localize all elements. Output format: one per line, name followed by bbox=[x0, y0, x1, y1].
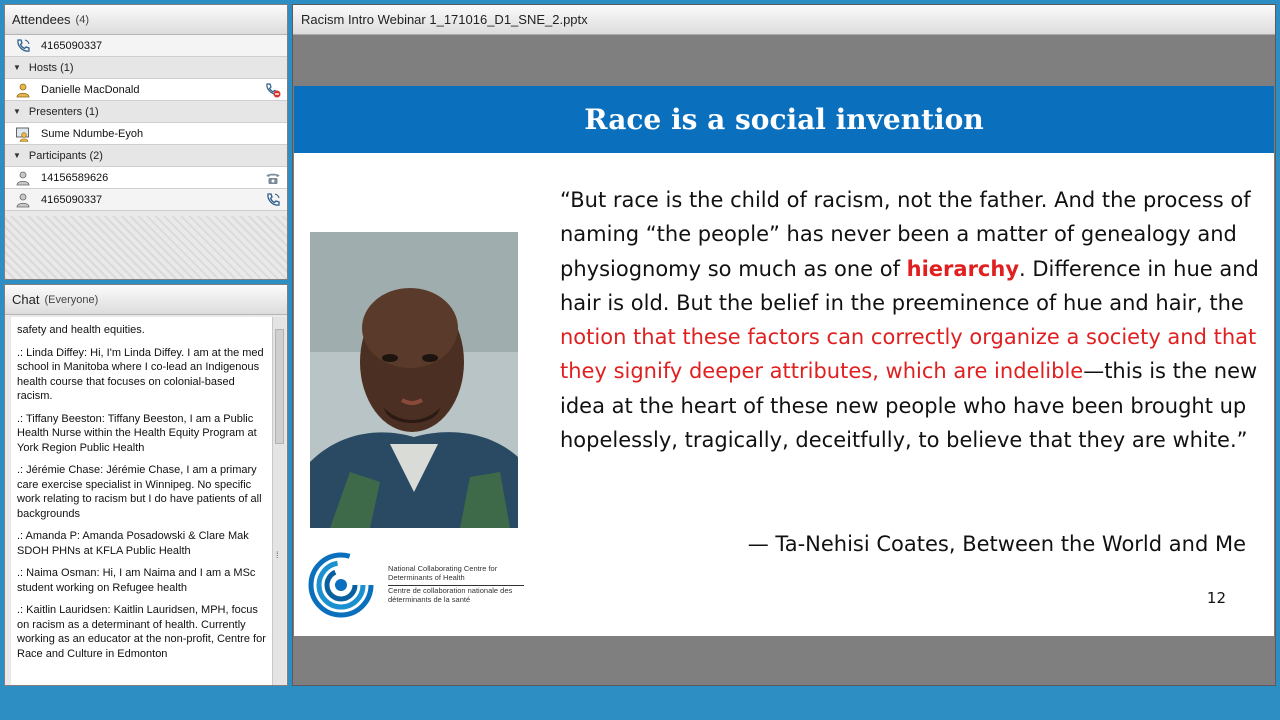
quote-emphasis-hierarchy: hierarchy bbox=[906, 256, 1020, 281]
attendees-header[interactable]: Attendees (4) bbox=[5, 5, 287, 35]
chat-message: .: Jérémie Chase: Jérémie Chase, I am a … bbox=[17, 464, 262, 520]
phone-icon bbox=[15, 38, 31, 54]
attendee-name: 14156589626 bbox=[41, 171, 109, 184]
phone-icon[interactable] bbox=[265, 192, 281, 208]
chat-pod: Chat (Everyone) safety and health equiti… bbox=[4, 284, 288, 686]
scroll-grip-icon: ⁞ bbox=[276, 550, 279, 560]
attendee-row-host[interactable]: Danielle MacDonald bbox=[5, 79, 287, 101]
group-label: Participants (2) bbox=[28, 149, 103, 162]
phone-muted-icon[interactable] bbox=[265, 82, 281, 98]
chat-header[interactable]: Chat (Everyone) bbox=[5, 285, 287, 315]
slide[interactable]: Race is a social invention “But race is … bbox=[294, 86, 1274, 636]
logo-text-fr: Centre de collaboration nationale des dé… bbox=[388, 586, 513, 604]
group-hosts[interactable]: ▼ Hosts (1) bbox=[5, 57, 287, 79]
collapse-triangle-icon[interactable]: ▼ bbox=[13, 151, 21, 160]
slide-title-bar: Race is a social invention bbox=[294, 86, 1274, 153]
presentation-filename: Racism Intro Webinar 1_171016_D1_SNE_2.p… bbox=[301, 12, 588, 27]
attendee-name: Sume Ndumbe-Eyoh bbox=[41, 127, 144, 140]
chat-message: .: Kaitlin Lauridsen: Kaitlin Lauridsen,… bbox=[17, 604, 266, 660]
share-pod: Racism Intro Webinar 1_171016_D1_SNE_2.p… bbox=[292, 4, 1276, 686]
nccdh-swirl-icon bbox=[308, 552, 374, 618]
attendees-title: Attendees bbox=[12, 12, 71, 27]
telephone-icon[interactable] bbox=[265, 170, 281, 186]
attendee-list-empty-area bbox=[5, 216, 287, 279]
logo-text-en: National Collaborating Centre for Determ… bbox=[388, 564, 498, 582]
attendee-row-self[interactable]: 4165090337 bbox=[5, 35, 287, 57]
chat-title: Chat bbox=[12, 292, 40, 307]
slide-title: Race is a social invention bbox=[584, 103, 984, 136]
attendee-name: 4165090337 bbox=[41, 39, 103, 52]
chat-scope[interactable]: (Everyone) bbox=[44, 294, 98, 306]
host-user-icon bbox=[15, 82, 31, 98]
attendees-pod: Attendees (4) 4165090337 ▼ Hosts (1) Dan… bbox=[4, 4, 288, 280]
collapse-triangle-icon[interactable]: ▼ bbox=[13, 63, 21, 72]
user-icon bbox=[15, 192, 31, 208]
chat-message: safety and health equities. bbox=[17, 324, 145, 336]
nccdh-logo: National Collaborating Centre for Determ… bbox=[308, 552, 528, 618]
attendee-name: Danielle MacDonald bbox=[41, 83, 140, 96]
slide-viewport: Race is a social invention “But race is … bbox=[293, 36, 1275, 685]
chat-message: .: Linda Diffey: Hi, I'm Linda Diffey. I… bbox=[17, 346, 264, 403]
share-header[interactable]: Racism Intro Webinar 1_171016_D1_SNE_2.p… bbox=[293, 5, 1275, 35]
chat-message-list[interactable]: safety and health equities. .: Linda Dif… bbox=[11, 317, 273, 685]
presenter-icon bbox=[15, 126, 31, 142]
chat-message: .: Tiffany Beeston: Tiffany Beeston, I a… bbox=[17, 412, 257, 454]
attendee-row-presenter[interactable]: Sume Ndumbe-Eyoh bbox=[5, 123, 287, 145]
chat-scrollbar-thumb[interactable] bbox=[275, 329, 284, 444]
quote-attribution: — Ta-Nehisi Coates, Between the World an… bbox=[747, 532, 1246, 556]
chat-message: .: Naima Osman: Hi, I am Naima and I am … bbox=[17, 567, 256, 594]
chat-scrollbar[interactable]: ⁞ bbox=[272, 317, 286, 685]
attendee-row-participant-1[interactable]: 14156589626 bbox=[5, 167, 287, 189]
user-icon bbox=[15, 170, 31, 186]
collapse-triangle-icon[interactable]: ▼ bbox=[13, 107, 21, 116]
group-presenters[interactable]: ▼ Presenters (1) bbox=[5, 101, 287, 123]
slide-quote: “But race is the child of racism, not th… bbox=[560, 183, 1260, 457]
chat-message: .: Amanda P: Amanda Posadowski & Clare M… bbox=[17, 530, 249, 557]
group-label: Hosts (1) bbox=[28, 61, 74, 74]
group-label: Presenters (1) bbox=[28, 105, 99, 118]
attendee-row-participant-2[interactable]: 4165090337 bbox=[5, 189, 287, 211]
slide-page-number: 12 bbox=[1206, 589, 1226, 607]
group-participants[interactable]: ▼ Participants (2) bbox=[5, 145, 287, 167]
author-portrait-image bbox=[310, 232, 518, 528]
attendee-name: 4165090337 bbox=[41, 193, 103, 206]
attendees-count: (4) bbox=[75, 13, 89, 26]
